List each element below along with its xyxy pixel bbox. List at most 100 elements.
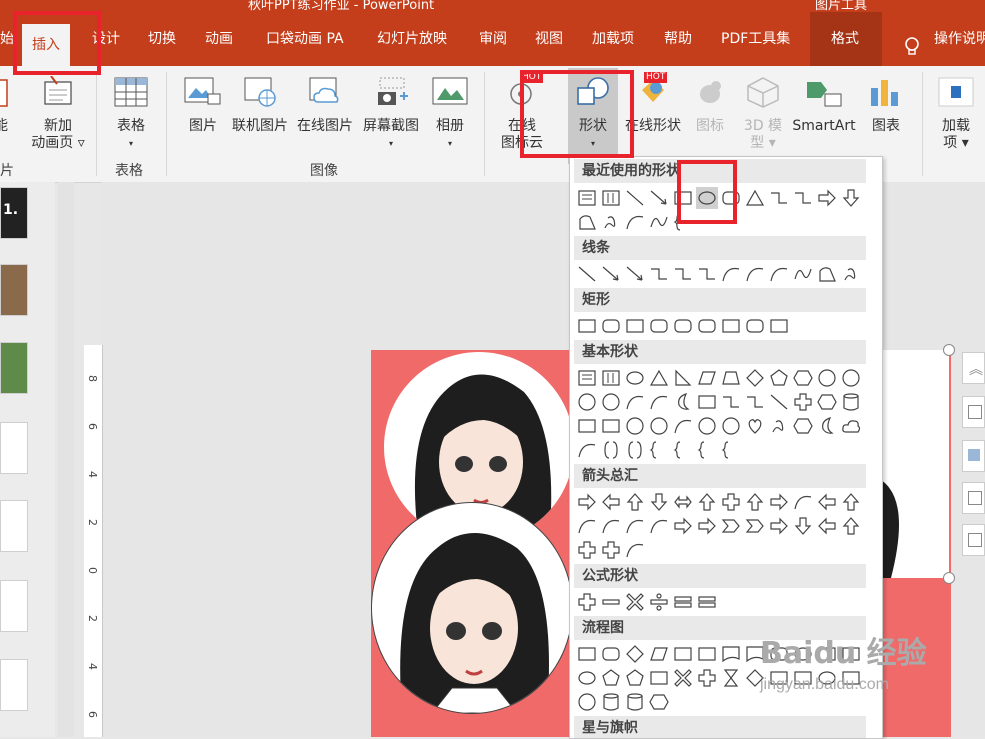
equal-shape-icon[interactable] — [672, 591, 694, 613]
brace-shape-icon[interactable] — [720, 439, 742, 461]
elbow-shape-icon[interactable] — [720, 391, 742, 413]
brace-shape-icon[interactable] — [672, 211, 694, 233]
rect-shape-icon[interactable] — [696, 391, 718, 413]
slide-thumbnail[interactable] — [0, 422, 28, 474]
curve-shape-icon[interactable] — [720, 263, 742, 285]
elbow-shape-icon[interactable] — [768, 187, 790, 209]
rarrow-shape-icon[interactable] — [768, 491, 790, 513]
curve-shape-icon[interactable] — [600, 515, 622, 537]
freeform-shape-icon[interactable] — [576, 211, 598, 233]
brace-shape-icon[interactable] — [696, 439, 718, 461]
pent-shape-icon[interactable] — [600, 667, 622, 689]
curve-shape-icon[interactable] — [672, 415, 694, 437]
slide-thumbnail[interactable] — [0, 264, 28, 316]
larrow-shape-icon[interactable] — [816, 491, 838, 513]
curve-shape-icon[interactable] — [792, 491, 814, 513]
diamond-shape-icon[interactable] — [624, 643, 646, 665]
oval-shape-icon[interactable] — [576, 667, 598, 689]
cross-shape-icon[interactable] — [792, 391, 814, 413]
rarrow-shape-icon[interactable] — [768, 515, 790, 537]
rect-shape-icon[interactable] — [576, 315, 598, 337]
cross-shape-icon[interactable] — [600, 539, 622, 561]
tab-design[interactable]: 设计 — [92, 12, 120, 66]
textbox-shape-icon[interactable] — [576, 187, 598, 209]
curve-shape-icon[interactable] — [624, 211, 646, 233]
darrow-shape-icon[interactable] — [648, 491, 670, 513]
rrect-shape-icon[interactable] — [648, 315, 670, 337]
selection-handle[interactable] — [943, 572, 955, 584]
crop-tool-button[interactable] — [962, 482, 985, 514]
freeform-shape-icon[interactable] — [816, 263, 838, 285]
slide-thumbnail[interactable] — [0, 342, 28, 394]
tab-transitions[interactable]: 切换 — [148, 12, 176, 66]
table-button[interactable]: 表格 ▾ — [108, 76, 154, 152]
resize-tool-button[interactable] — [962, 524, 985, 556]
new-slide-button[interactable]: 能 — [0, 76, 12, 135]
online-shapes-button[interactable]: HOT 在线形状 — [622, 72, 684, 135]
thumbnail-scrollbar[interactable] — [58, 182, 74, 737]
uarrow-shape-icon[interactable] — [840, 491, 862, 513]
rrect-shape-icon[interactable] — [672, 315, 694, 337]
circleNum-shape-icon[interactable] — [624, 415, 646, 437]
scribble-shape-icon[interactable] — [600, 211, 622, 233]
curve-shape-icon[interactable] — [576, 439, 598, 461]
uarrow-shape-icon[interactable] — [696, 491, 718, 513]
chevron-shape-icon[interactable] — [744, 515, 766, 537]
icons-button[interactable]: 图标 — [692, 76, 728, 135]
picture-button[interactable]: 图片 — [180, 76, 226, 135]
tab-pocket-animation[interactable]: 口袋动画 PA — [266, 12, 344, 66]
uarrow-shape-icon[interactable] — [624, 491, 646, 513]
smartart-button[interactable]: SmartArt — [792, 76, 856, 135]
rect-shape-icon[interactable] — [672, 643, 694, 665]
rect-shape-icon[interactable] — [600, 415, 622, 437]
arrowline-shape-icon[interactable] — [624, 263, 646, 285]
circleNum-shape-icon[interactable] — [648, 415, 670, 437]
rrect-shape-icon[interactable] — [696, 315, 718, 337]
line-shape-icon[interactable] — [624, 187, 646, 209]
moon-shape-icon[interactable] — [816, 415, 838, 437]
wave-shape-icon[interactable] — [792, 263, 814, 285]
slide-thumbnail[interactable] — [0, 500, 28, 552]
slide-thumbnail[interactable]: 1. — [0, 187, 28, 239]
mult-shape-icon[interactable] — [672, 667, 694, 689]
rarrow-shape-icon[interactable] — [672, 515, 694, 537]
cross-shape-icon[interactable] — [720, 491, 742, 513]
tab-format[interactable]: 格式 — [831, 12, 859, 66]
selection-handle[interactable] — [943, 344, 955, 356]
online-pictures-button[interactable]: 在线图片 — [295, 76, 355, 135]
rtri-shape-icon[interactable] — [672, 367, 694, 389]
3d-models-button[interactable]: 3D 模 型 ▾ — [740, 76, 786, 152]
elbow-shape-icon[interactable] — [672, 263, 694, 285]
tab-view[interactable]: 视图 — [535, 12, 563, 66]
curve-shape-icon[interactable] — [768, 263, 790, 285]
oval-shape-icon[interactable] — [624, 367, 646, 389]
chart-button[interactable]: 图表 — [866, 76, 906, 135]
tab-animations[interactable]: 动画 — [205, 12, 233, 66]
oval-shape-icon[interactable] — [696, 187, 718, 209]
rect-shape-icon[interactable] — [624, 315, 646, 337]
textbox-shape-icon[interactable] — [576, 367, 598, 389]
pent-shape-icon[interactable] — [768, 367, 790, 389]
circleNum-shape-icon[interactable] — [600, 391, 622, 413]
rect-shape-icon[interactable] — [576, 415, 598, 437]
hex-shape-icon[interactable] — [792, 415, 814, 437]
para-shape-icon[interactable] — [696, 367, 718, 389]
online-icon-cloud-button[interactable]: HOT 在线 图标云 — [496, 72, 548, 152]
circleNum-shape-icon[interactable] — [576, 391, 598, 413]
layout-options-button[interactable] — [962, 396, 985, 428]
larrow-shape-icon[interactable] — [816, 515, 838, 537]
elbow-shape-icon[interactable] — [792, 187, 814, 209]
cyl-shape-icon[interactable] — [624, 691, 646, 713]
elbow-shape-icon[interactable] — [648, 263, 670, 285]
circleNum-shape-icon[interactable] — [840, 367, 862, 389]
screenshot-button[interactable]: 屏幕截图 ▾ — [360, 76, 422, 152]
circleNum-shape-icon[interactable] — [576, 691, 598, 713]
moon-shape-icon[interactable] — [672, 391, 694, 413]
rrect-shape-icon[interactable] — [600, 643, 622, 665]
rrect-shape-icon[interactable] — [600, 315, 622, 337]
hourglass-shape-icon[interactable] — [720, 667, 742, 689]
darrow-shape-icon[interactable] — [792, 515, 814, 537]
divide-shape-icon[interactable] — [648, 591, 670, 613]
mult-shape-icon[interactable] — [624, 591, 646, 613]
tab-help[interactable]: 帮助 — [664, 12, 692, 66]
